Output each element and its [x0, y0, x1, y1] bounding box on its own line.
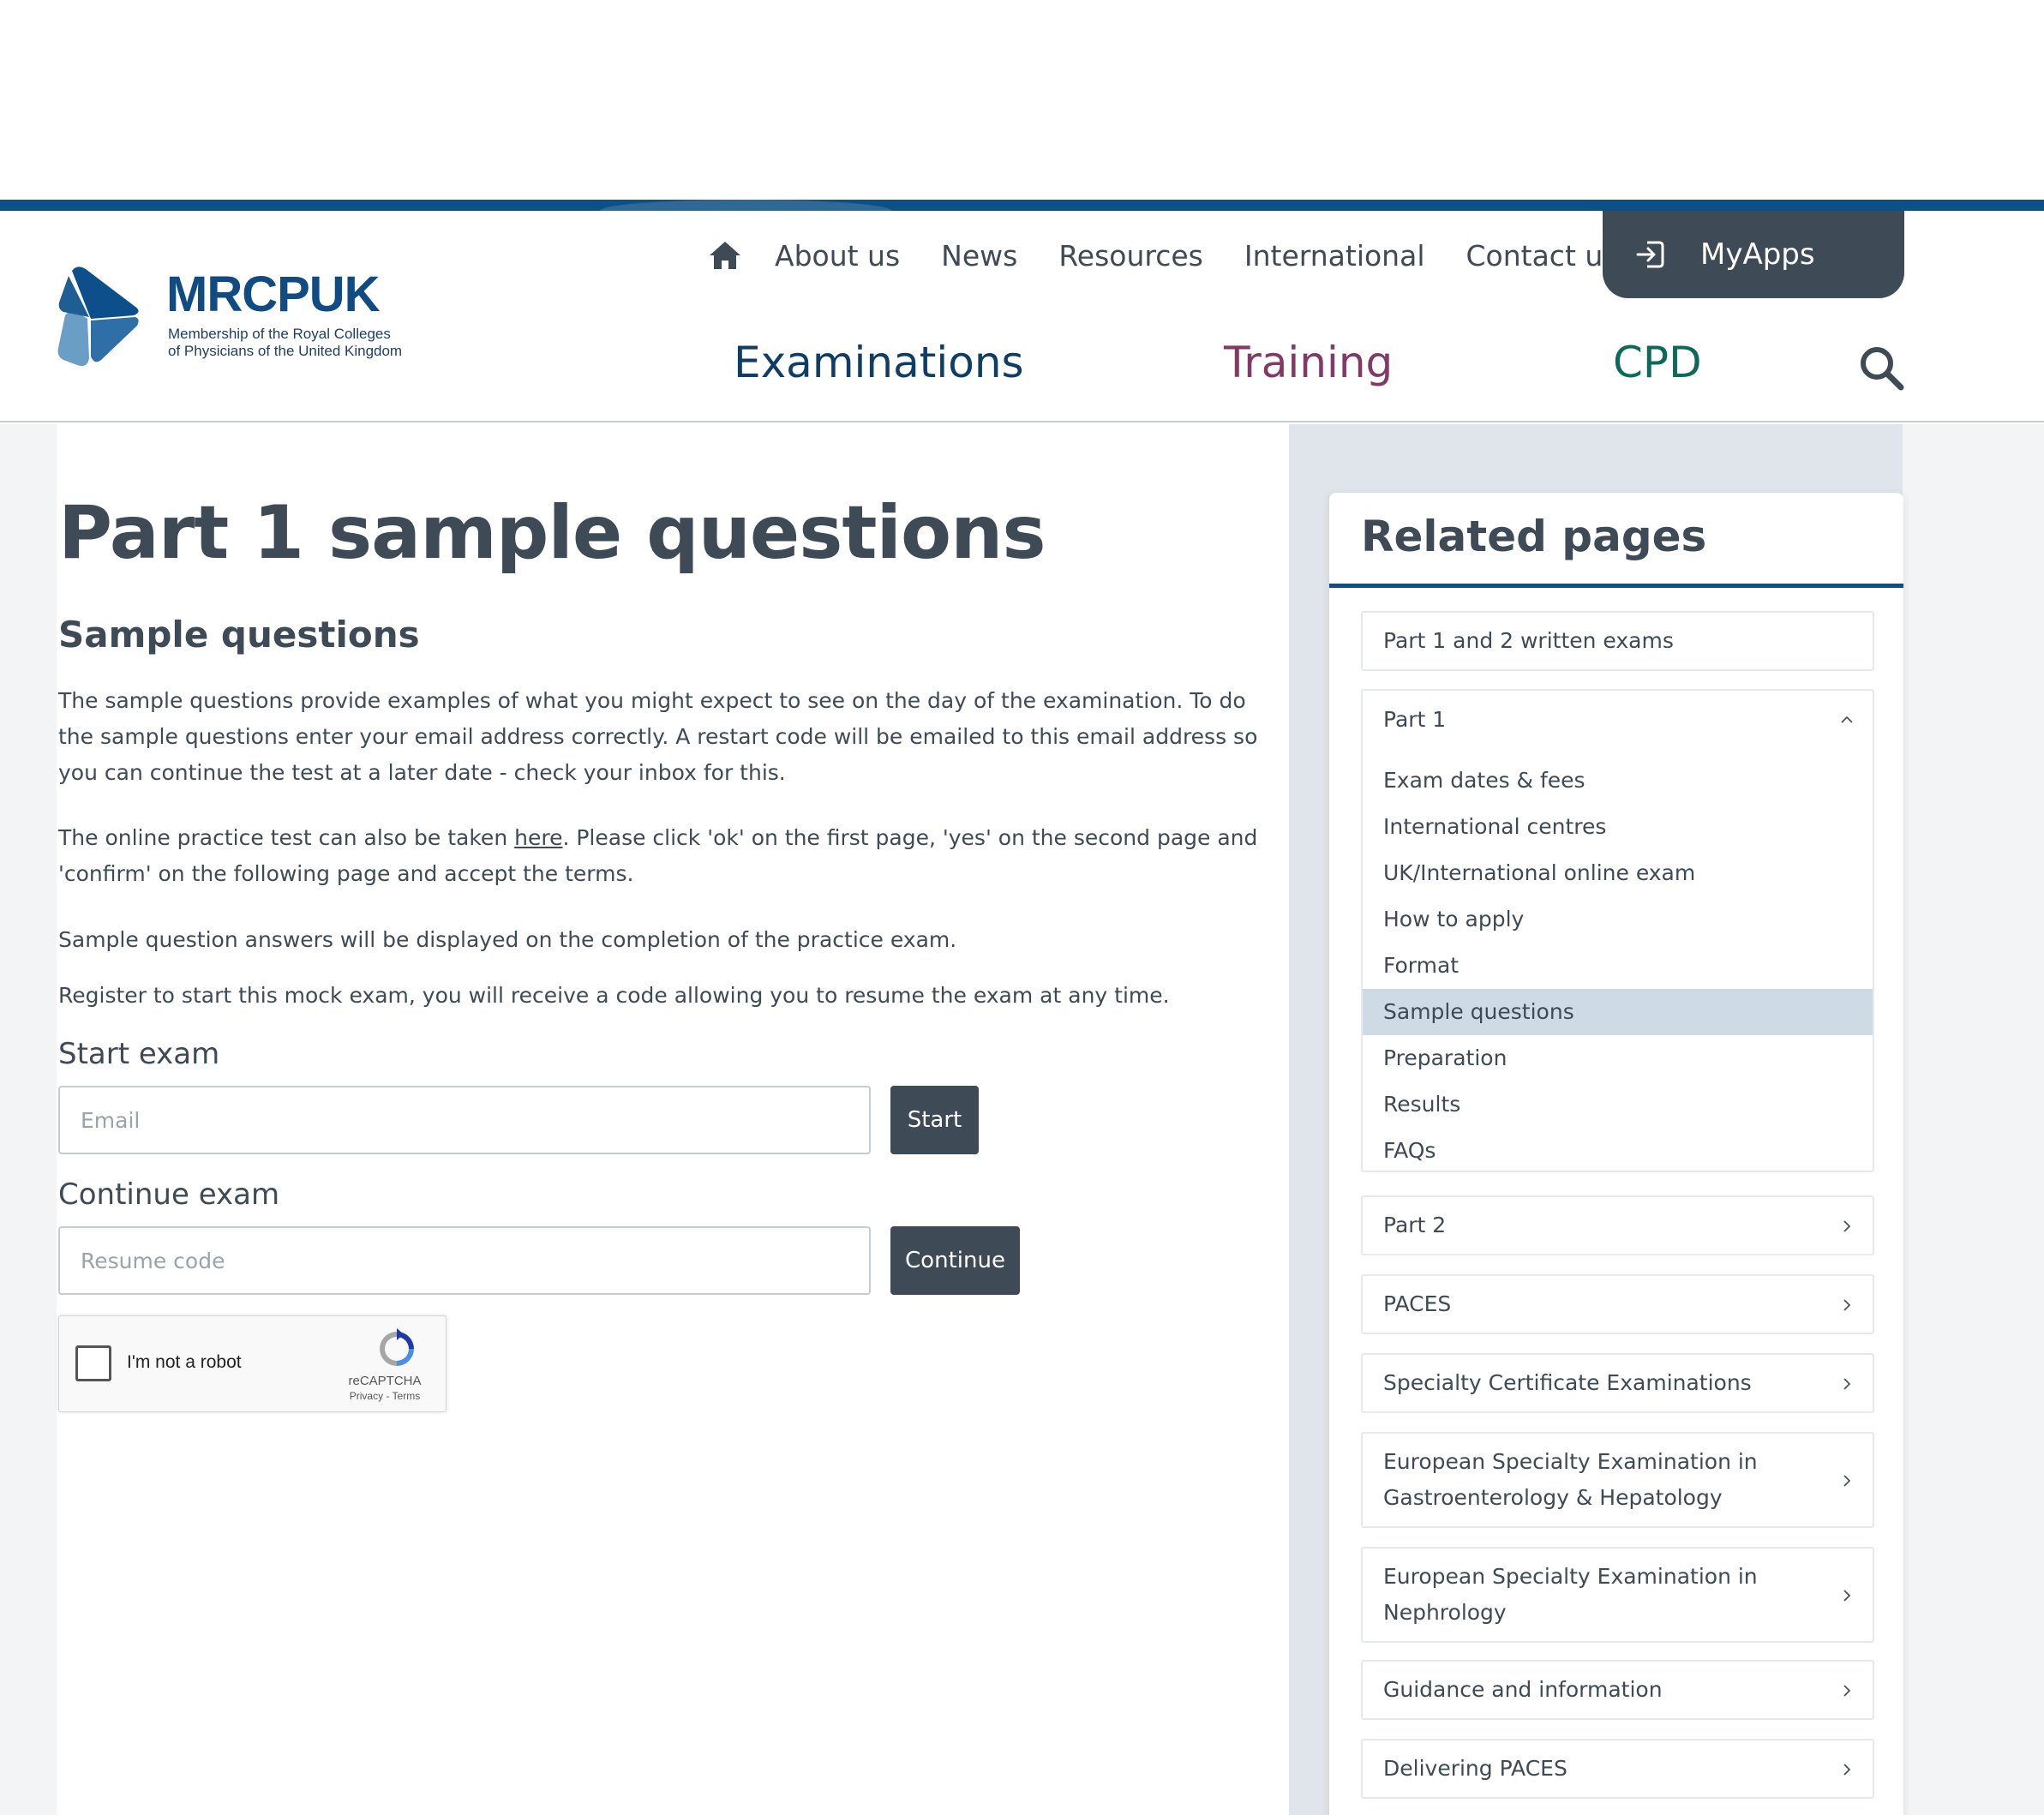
recaptcha-privacy-terms[interactable]: Privacy - Terms	[333, 1390, 436, 1402]
chevron-right-icon	[1843, 1685, 1851, 1697]
myapps-button[interactable]: MyApps	[1603, 211, 1904, 298]
related-item-label: Delivering PACES	[1383, 1756, 1567, 1781]
answers-paragraph: Sample question answers will be displaye…	[58, 927, 957, 952]
recaptcha-label: I'm not a robot	[127, 1352, 242, 1372]
start-button[interactable]: Start	[890, 1086, 979, 1154]
related-item-label: Part 1	[1383, 707, 1447, 732]
related-item-label: Specialty Certificate Examinations	[1383, 1370, 1752, 1395]
chevron-right-icon	[1843, 1475, 1851, 1487]
recaptcha-logo-icon	[380, 1328, 414, 1366]
logo-wordmark: MRCPUK	[166, 267, 381, 322]
related-item-part-2[interactable]: Part 2	[1361, 1195, 1874, 1255]
related-item-label: Part 2	[1383, 1213, 1447, 1237]
practice-test-here-link[interactable]: here	[514, 825, 562, 850]
main-nav-training[interactable]: Training	[1224, 338, 1393, 387]
myapps-label: MyApps	[1700, 237, 1815, 272]
chevron-right-icon	[1843, 1378, 1851, 1390]
recaptcha-brand: reCAPTCHA	[348, 1374, 422, 1388]
related-item-paces[interactable]: PACES	[1361, 1274, 1874, 1334]
sub-item-sample-questions[interactable]: Sample questions	[1363, 989, 1873, 1035]
related-item-guidance-and-information[interactable]: Guidance and information	[1361, 1660, 1874, 1720]
chevron-right-icon	[1843, 1220, 1851, 1232]
related-item-label: PACES	[1383, 1291, 1452, 1316]
related-item-delivering-paces[interactable]: Delivering PACES	[1361, 1739, 1874, 1799]
sign-in-icon	[1636, 241, 1664, 268]
related-pages-panel: Related pages Part 1 and 2 written exams…	[1329, 493, 1903, 1815]
logo-subtitle-line1: Membership of the Royal Colleges	[168, 326, 391, 342]
site-header: MRCPUK Membership of the Royal Colleges …	[0, 211, 2044, 422]
chevron-right-icon	[1843, 1590, 1851, 1602]
chevron-up-icon[interactable]	[1840, 713, 1854, 727]
related-item-label: Part 1 and 2 written exams	[1383, 628, 1674, 653]
related-item-label: Guidance and information	[1383, 1677, 1663, 1702]
register-paragraph: Register to start this mock exam, you wi…	[58, 983, 1170, 1008]
site-logo[interactable]: MRCPUK Membership of the Royal Colleges …	[57, 264, 417, 367]
sub-item-preparation[interactable]: Preparation	[1363, 1035, 1873, 1081]
recaptcha-checkbox[interactable]	[75, 1345, 111, 1381]
nav-resources[interactable]: Resources	[1058, 239, 1203, 273]
sub-item-uk-international-online-exam[interactable]: UK/International online exam	[1363, 850, 1873, 896]
related-item-part-1-and-2[interactable]: Part 1 and 2 written exams	[1361, 611, 1874, 671]
brand-top-bar	[0, 200, 2044, 211]
practice-test-text-before: The online practice test can also be tak…	[58, 825, 515, 850]
logo-subtitle: Membership of the Royal Colleges of Phys…	[168, 326, 402, 360]
utility-nav: About us News Resources International Co…	[703, 235, 1659, 276]
resume-code-field[interactable]	[58, 1226, 871, 1295]
search-button[interactable]	[1858, 344, 1906, 392]
sub-item-faqs[interactable]: FAQs	[1363, 1128, 1873, 1174]
sub-item-results[interactable]: Results	[1363, 1081, 1873, 1128]
nav-international[interactable]: International	[1244, 239, 1425, 273]
related-pages-rule	[1329, 584, 1903, 588]
related-item-part-1[interactable]: Part 1 Exam dates & fees International c…	[1361, 689, 1874, 1172]
sub-item-how-to-apply[interactable]: How to apply	[1363, 896, 1873, 943]
continue-exam-label: Continue exam	[58, 1177, 280, 1212]
related-item-ese-nephrology[interactable]: European Specialty Examination in Nephro…	[1361, 1547, 1874, 1643]
nav-about-us[interactable]: About us	[775, 239, 900, 273]
continue-button[interactable]: Continue	[890, 1226, 1020, 1295]
part-1-sub-list: Exam dates & fees International centres …	[1363, 758, 1873, 1174]
section-title: Sample questions	[58, 614, 420, 656]
start-exam-label: Start exam	[58, 1037, 220, 1071]
sub-item-exam-dates-fees[interactable]: Exam dates & fees	[1363, 758, 1873, 804]
related-item-ese-gastroenterology[interactable]: European Specialty Examination in Gastro…	[1361, 1432, 1874, 1528]
main-nav-cpd[interactable]: CPD	[1613, 338, 1702, 387]
related-item-label: European Specialty Examination in Gastro…	[1383, 1449, 1758, 1510]
nav-news[interactable]: News	[941, 239, 1017, 273]
related-pages-title: Related pages	[1361, 512, 1707, 561]
chevron-right-icon	[1843, 1764, 1851, 1776]
page-title: Part 1 sample questions	[58, 490, 1046, 576]
intro-paragraph: The sample questions provide examples of…	[58, 688, 1258, 785]
logo-subtitle-line2: of Physicians of the United Kingdom	[168, 343, 403, 359]
top-blank-area	[0, 0, 2044, 200]
recaptcha-widget: I'm not a robot reCAPTCHA Privacy - Term…	[58, 1315, 447, 1412]
logo-mark-icon	[57, 267, 139, 366]
chevron-right-icon	[1843, 1299, 1851, 1311]
home-icon[interactable]	[703, 235, 747, 276]
email-field[interactable]	[58, 1086, 871, 1154]
sub-item-format[interactable]: Format	[1363, 943, 1873, 989]
home-icon-glyph	[710, 242, 740, 269]
practice-test-paragraph: The online practice test can also be tak…	[58, 820, 1258, 892]
related-item-specialty-certificate-examinations[interactable]: Specialty Certificate Examinations	[1361, 1353, 1874, 1413]
search-icon	[1861, 347, 1904, 391]
nav-contact-us[interactable]: Contact us	[1466, 239, 1618, 273]
related-item-label: European Specialty Examination in Nephro…	[1383, 1564, 1758, 1625]
sub-item-international-centres[interactable]: International centres	[1363, 804, 1873, 850]
main-nav-examinations[interactable]: Examinations	[734, 338, 1024, 387]
